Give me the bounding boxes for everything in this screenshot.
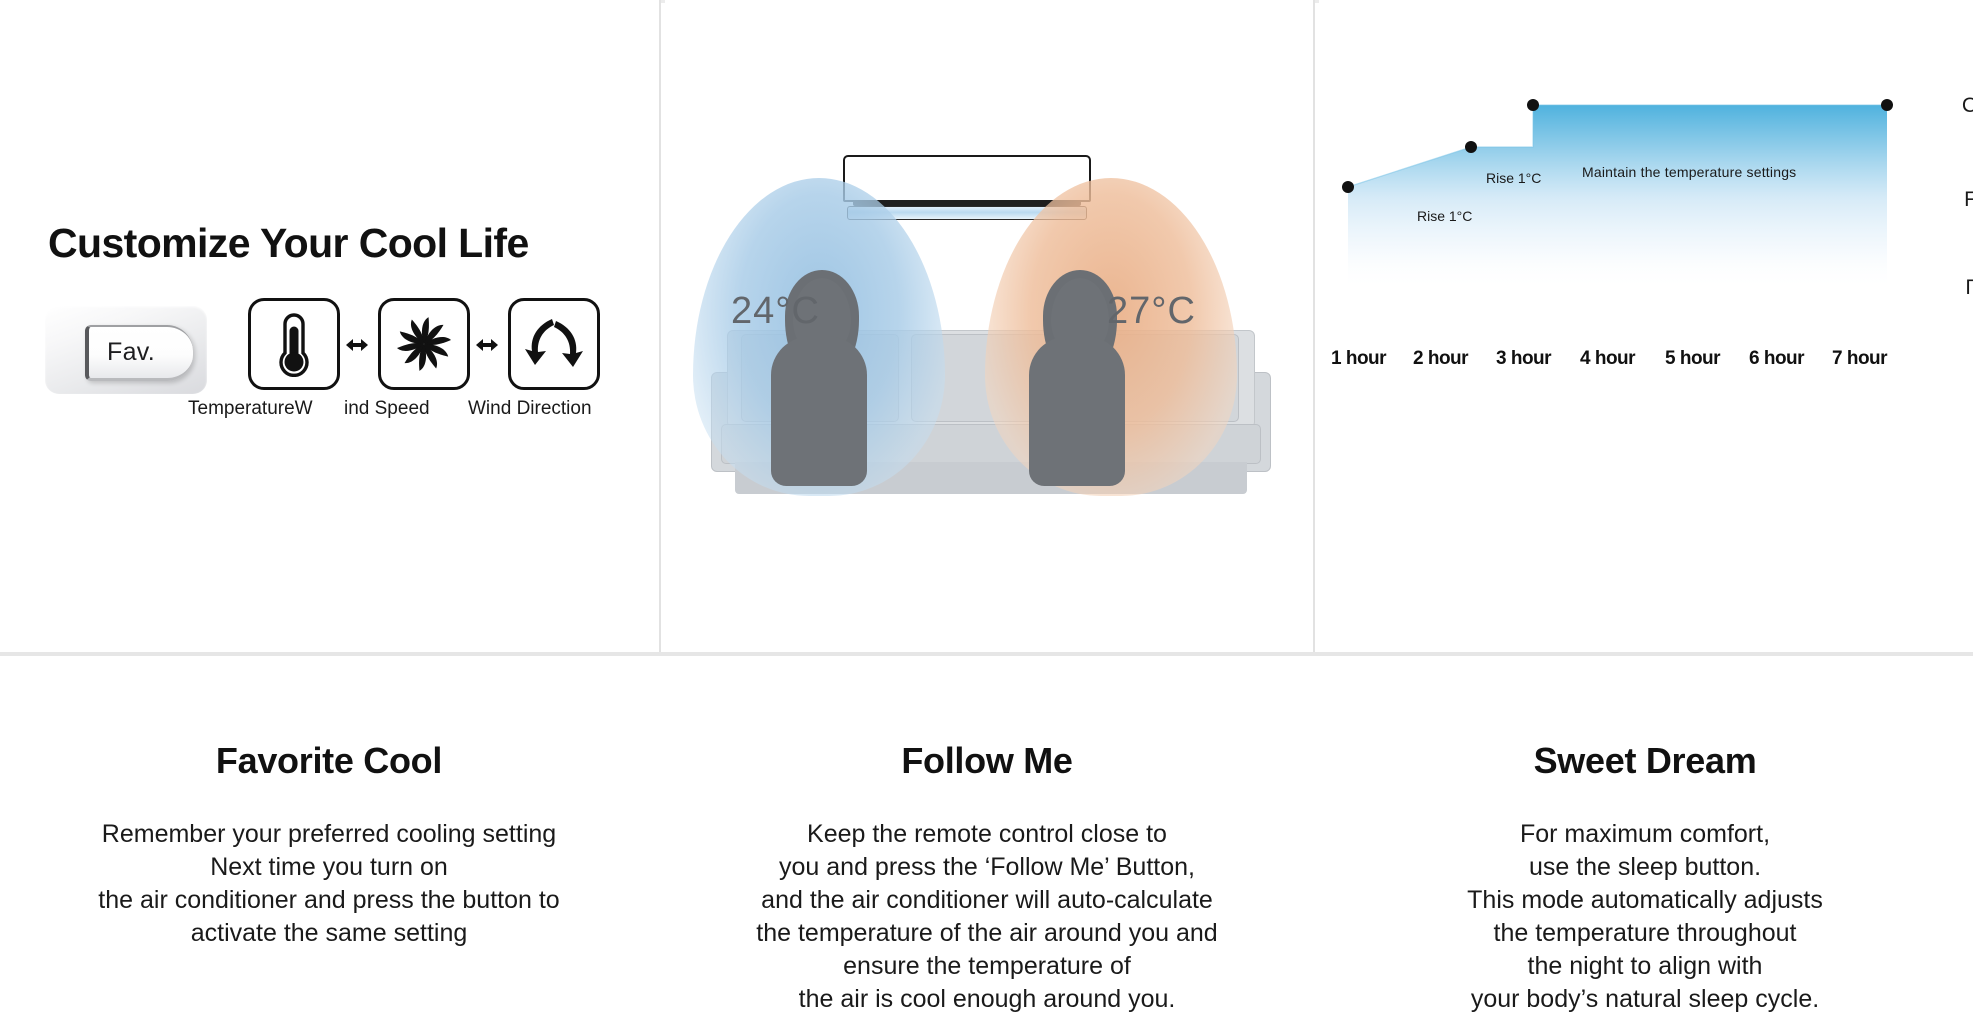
fan-icon [397,317,451,371]
wind-direction-icon [525,319,583,367]
temperature-curve-area [1342,99,1893,290]
fav-button-label: Fav. [107,338,155,366]
feature-panels: Customize Your Cool Life Fav. Temperatur… [0,0,1973,656]
annotation-rise-2: Rise 1°C [1486,170,1542,186]
description-column-favorite-cool: Favorite Cool Remember your preferred co… [0,656,658,1024]
cool-comfort-zone: 24°C [693,178,945,496]
fan-icon-box[interactable] [378,298,470,390]
person-silhouette-torso [1029,336,1125,486]
column-title: Favorite Cool [215,740,443,781]
warm-comfort-zone: 27°C [985,178,1237,496]
annotation-maintain: Maintain the temperature settings [1582,164,1797,180]
y-axis-label-1: F [1964,188,1973,211]
sweet-dream-chart: Rise 1°C Rise 1°C Maintain the temperatu… [1319,0,1973,653]
thermometer-icon-box[interactable] [248,298,340,390]
panel-sweet-dream: Rise 1°C Rise 1°C Maintain the temperatu… [1319,0,1973,653]
panel-divider-1 [659,0,661,653]
x-tick-3: 3 hour [1496,348,1552,369]
column-title: Follow Me [901,740,1073,781]
y-axis-label-0: C [1961,94,1973,117]
icon-label-wind-direction: Wind Direction [468,398,592,419]
page-title: Customize Your Cool Life [48,220,529,266]
ac-body [843,155,1091,202]
description-column-follow-me: Follow Me Keep the remote control close … [658,656,1316,1024]
data-point-hour-1 [1342,181,1354,193]
x-axis-hour-ticks: 1 hour 2 hour 3 hour 4 hour 5 hour 6 hou… [1319,348,1973,378]
description-columns: Favorite Cool Remember your preferred co… [0,656,1973,1024]
column-body: Keep the remote control close to you and… [756,820,1218,1013]
x-tick-1: 1 hour [1331,348,1387,369]
page-root: Customize Your Cool Life Fav. Temperatur… [0,0,1973,1024]
setting-icons-row: TemperatureW ind Speed Wind Direction [188,298,620,428]
fav-key-cap[interactable]: Fav. [85,325,193,381]
fav-button[interactable]: Fav. [45,306,207,394]
x-tick-4: 4 hour [1580,348,1636,369]
column-title: Sweet Dream [1533,740,1757,781]
x-tick-2: 2 hour [1413,348,1469,369]
icon-label-wind-speed: ind Speed [344,398,430,419]
thermometer-icon [279,313,309,377]
person-silhouette-torso [771,336,867,486]
temperature-area-fill [1348,105,1887,290]
x-tick-6: 6 hour [1749,348,1805,369]
data-point-hour-3 [1527,99,1539,111]
connector-arrow-1 [346,336,368,354]
data-point-hour-7 [1881,99,1893,111]
column-body: Remember your preferred cooling setting … [98,820,560,947]
left-right-arrow-icon [476,339,498,351]
y-axis-label-2: Γ [1965,276,1973,299]
panel-divider-2 [1313,0,1315,653]
panel-follow-me: 24°C 27°C [665,0,1313,653]
annotation-rise-1: Rise 1°C [1417,208,1473,224]
left-right-arrow-icon [346,339,368,351]
panel-favorite-cool: Customize Your Cool Life Fav. Temperatur… [0,0,659,653]
warm-zone-temperature: 27°C [1107,290,1196,332]
wind-direction-icon-box[interactable] [508,298,600,390]
cool-zone-temperature: 24°C [731,290,820,332]
icon-label-temperature: TemperatureW [188,398,313,419]
connector-arrow-2 [476,336,498,354]
column-body: For maximum comfort, use the sleep butto… [1467,820,1823,1013]
x-tick-7: 7 hour [1832,348,1888,369]
description-column-sweet-dream: Sweet Dream For maximum comfort, use the… [1316,656,1973,1024]
x-tick-5: 5 hour [1665,348,1721,369]
data-point-hour-2 [1465,141,1477,153]
